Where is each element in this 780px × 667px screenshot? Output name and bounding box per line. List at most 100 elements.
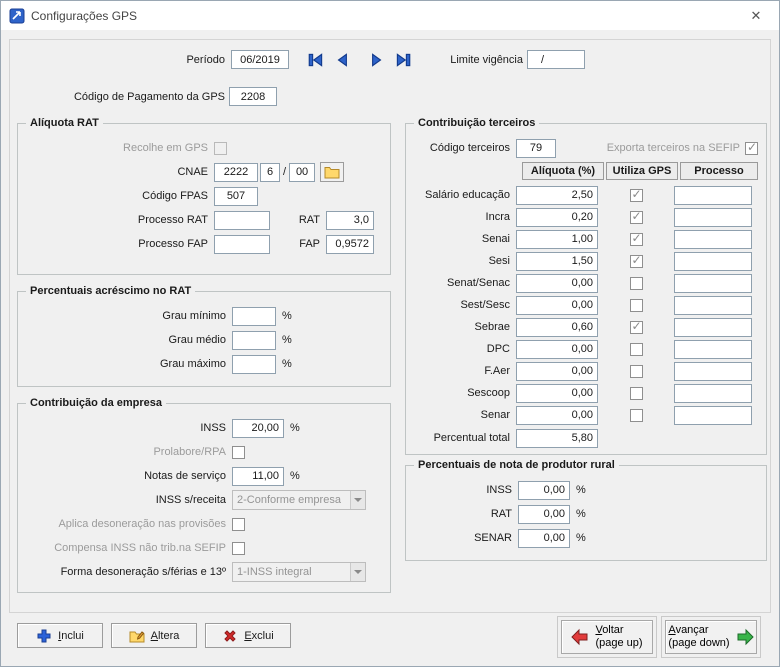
terceiros-row: Senar xyxy=(412,404,760,426)
voltar-button[interactable]: Voltar (page up) xyxy=(561,620,653,654)
percent-input[interactable] xyxy=(232,307,276,326)
exclui-button[interactable]: Exclui xyxy=(205,623,291,648)
aliquota-input[interactable] xyxy=(516,384,598,403)
chevron-down-icon xyxy=(350,563,365,581)
terceiros-row-label: Incra xyxy=(412,211,516,223)
avancar-button[interactable]: Avançar (page down) xyxy=(665,620,757,654)
aliquota-input[interactable] xyxy=(516,208,598,227)
inss-receita-value: 2-Conforme empresa xyxy=(237,494,341,506)
close-icon[interactable]: ✕ xyxy=(733,1,779,30)
processo-rat-input[interactable] xyxy=(214,211,270,230)
first-record-icon[interactable] xyxy=(307,51,327,69)
last-record-icon[interactable] xyxy=(394,51,414,69)
processo-input[interactable] xyxy=(674,406,752,425)
recolhe-gps-row: Recolhe em GPS xyxy=(26,136,382,160)
exporta-sefip-field: Exporta terceiros na SEFIP xyxy=(607,142,760,155)
exporta-sefip-checkbox xyxy=(745,142,758,155)
processo-input[interactable] xyxy=(674,208,752,227)
exclui-label: Exclui xyxy=(244,630,273,642)
field-label: SENAR xyxy=(414,532,518,544)
percent-input[interactable] xyxy=(232,331,276,350)
rat-input[interactable] xyxy=(326,211,374,230)
percent-input[interactable] xyxy=(518,529,570,548)
column-header-processo: Processo xyxy=(680,162,758,180)
aliquota-input[interactable] xyxy=(516,230,598,249)
previous-record-icon[interactable] xyxy=(334,51,354,69)
terceiros-row-label: Salário educação xyxy=(412,189,516,201)
processo-input[interactable] xyxy=(674,252,752,271)
aliquota-input[interactable] xyxy=(516,318,598,337)
recolhe-gps-checkbox xyxy=(214,142,227,155)
group-contribuicao-empresa: Contribuição da empresa INSS % Prolabore… xyxy=(17,403,391,593)
column-header-aliquota: Alíquota (%) xyxy=(522,162,604,180)
processo-fap-input[interactable] xyxy=(214,235,270,254)
percent-input[interactable] xyxy=(518,481,570,500)
cnae-input-1[interactable] xyxy=(214,163,258,182)
processo-input[interactable] xyxy=(674,296,752,315)
percent-sign: % xyxy=(576,532,586,544)
aliquota-input[interactable] xyxy=(516,296,598,315)
cnae-row: CNAE / xyxy=(26,160,382,184)
cnae-lookup-button[interactable] xyxy=(320,162,344,182)
periodo-input[interactable] xyxy=(231,50,289,69)
field-label: INSS xyxy=(414,484,518,496)
notas-servico-input[interactable] xyxy=(232,467,284,486)
folder-icon xyxy=(324,164,340,180)
utiliza-gps-checkbox xyxy=(630,255,643,268)
forma-desoneracao-row: Forma desoneração s/férias e 13º 1-INSS … xyxy=(26,560,382,584)
terceiros-row-label: DPC xyxy=(412,343,516,355)
terceiros-row: DPC xyxy=(412,338,760,360)
percent-sign: % xyxy=(282,310,292,322)
percent-sign: % xyxy=(576,508,586,520)
group-title: Contribuição da empresa xyxy=(26,397,166,409)
utiliza-gps-checkbox xyxy=(630,365,643,378)
altera-button[interactable]: Altera xyxy=(111,623,197,648)
codigo-fpas-label: Código FPAS xyxy=(26,190,214,202)
processo-input[interactable] xyxy=(674,186,752,205)
processo-input[interactable] xyxy=(674,384,752,403)
rat-label: RAT xyxy=(274,214,326,226)
avancar-sublabel: (page down) xyxy=(668,637,729,650)
aliquota-input[interactable] xyxy=(516,340,598,359)
cnae-input-2[interactable] xyxy=(260,163,280,182)
cnae-input-3[interactable] xyxy=(289,163,315,182)
inclui-button[interactable]: Inclui xyxy=(17,623,103,648)
aliquota-input[interactable] xyxy=(516,186,598,205)
processo-input[interactable] xyxy=(674,274,752,293)
percent-sign: % xyxy=(282,358,292,370)
terceiros-row: Sest/Sesc xyxy=(412,294,760,316)
processo-input[interactable] xyxy=(674,230,752,249)
terceiros-row-label: Sebrae xyxy=(412,321,516,333)
aplica-desoneracao-label: Aplica desoneração nas provisões xyxy=(26,518,232,530)
percentual-total-input[interactable] xyxy=(516,429,598,448)
inss-input[interactable] xyxy=(232,419,284,438)
aliquota-input[interactable] xyxy=(516,406,598,425)
terceiros-row-label: F.Aer xyxy=(412,365,516,377)
codigo-terceiros-input[interactable] xyxy=(516,139,556,158)
chevron-down-icon xyxy=(350,491,365,509)
processo-input[interactable] xyxy=(674,318,752,337)
codigo-terceiros-label: Código terceiros xyxy=(412,142,516,154)
percent-input[interactable] xyxy=(518,505,570,524)
aliquota-input[interactable] xyxy=(516,274,598,293)
percent-input[interactable] xyxy=(232,355,276,374)
inss-receita-label: INSS s/receita xyxy=(26,494,232,506)
percent-row: SENAR % xyxy=(414,526,758,550)
next-record-icon[interactable] xyxy=(367,51,387,69)
fap-input[interactable] xyxy=(326,235,374,254)
processo-input[interactable] xyxy=(674,340,752,359)
percent-sign: % xyxy=(290,470,300,482)
forward-arrow-icon xyxy=(736,628,754,646)
aliquota-input[interactable] xyxy=(516,252,598,271)
back-arrow-icon xyxy=(571,628,589,646)
codigo-fpas-input[interactable] xyxy=(214,187,258,206)
avancar-label: Avançar xyxy=(668,624,729,637)
percentual-total-row: Percentual total xyxy=(412,426,760,450)
limite-vigencia-input[interactable] xyxy=(527,50,585,69)
codigo-pagamento-gps-input[interactable] xyxy=(229,87,277,106)
compensa-inss-label: Compensa INSS não trib.na SEFIP xyxy=(26,542,232,554)
fap-label: FAP xyxy=(274,238,326,250)
group-produtor-rural: Percentuais de nota de produtor rural IN… xyxy=(405,465,767,561)
aliquota-input[interactable] xyxy=(516,362,598,381)
processo-input[interactable] xyxy=(674,362,752,381)
